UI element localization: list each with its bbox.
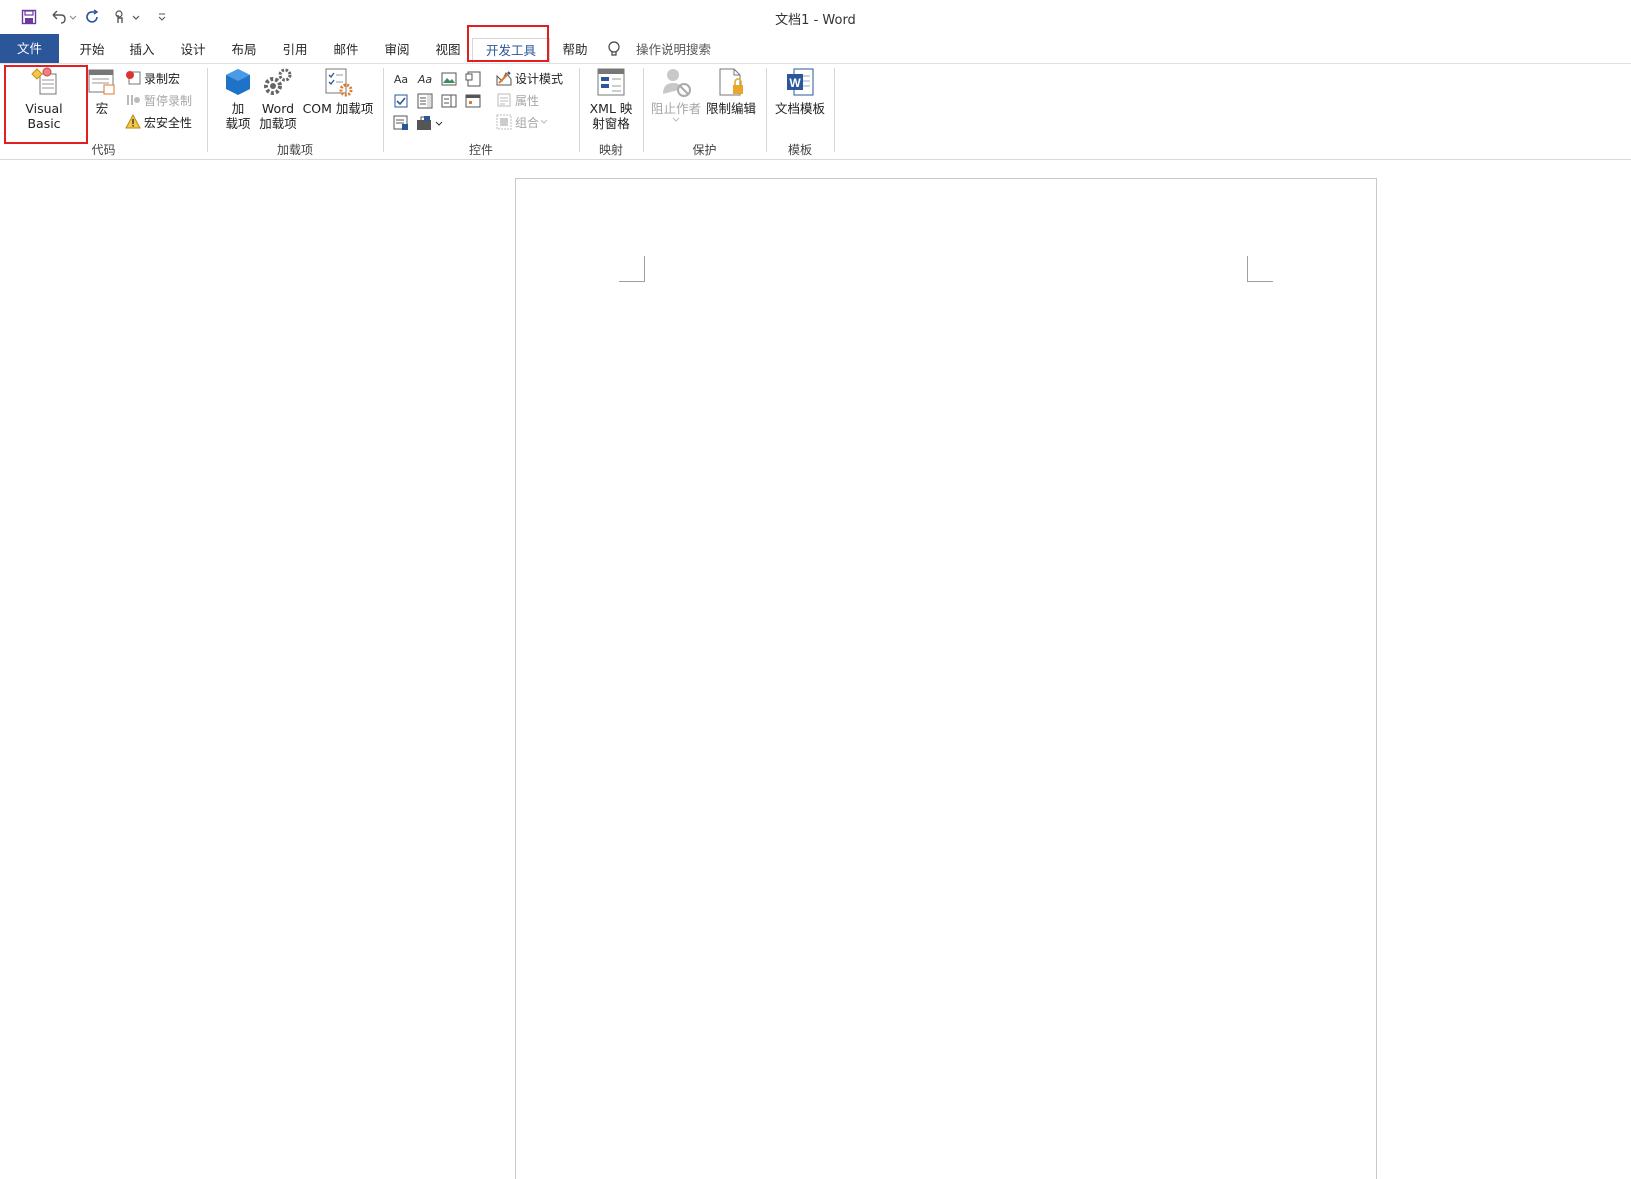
design-mode-label: 设计模式 xyxy=(515,71,564,86)
record-macro-label: 录制宏 xyxy=(144,71,181,86)
group-separator xyxy=(643,68,644,152)
ribbon-tab-bar: 文件 开始 插入 设计 布局 引用 邮件 审阅 视图 开发工具 帮助 操作说明搜… xyxy=(0,34,1631,64)
macros-button[interactable]: 宏 xyxy=(86,66,118,116)
group-label-mapping: 映射 xyxy=(598,143,623,157)
svg-text:W: W xyxy=(789,76,801,90)
tab-view[interactable]: 视图 xyxy=(422,38,474,62)
tab-home[interactable]: 开始 xyxy=(66,38,118,62)
com-addins-label: COM 加载项 xyxy=(302,101,374,116)
plain-text-control-icon[interactable]: Aa xyxy=(416,70,434,88)
group-label-templates: 模板 xyxy=(787,143,812,157)
visual-basic-button[interactable]: Visual Basic xyxy=(8,66,80,131)
word-addins-label-line2: 加载项 xyxy=(259,116,297,131)
tab-review[interactable]: 审阅 xyxy=(371,38,423,62)
addins-label-line2: 载项 xyxy=(225,116,251,131)
design-mode-button[interactable]: 设计模式 xyxy=(496,68,563,88)
properties-button[interactable]: 属性 xyxy=(496,90,539,110)
record-macro-button[interactable]: 录制宏 xyxy=(125,68,180,88)
document-template-label: 文档模板 xyxy=(774,101,825,116)
title-bar: 文档1 - Word xyxy=(0,0,1631,33)
xml-mapping-icon xyxy=(597,68,625,96)
picture-control-icon[interactable] xyxy=(440,70,458,88)
tab-design[interactable]: 设计 xyxy=(167,38,219,62)
repeating-section-control-icon[interactable] xyxy=(392,114,410,132)
restrict-editing-icon xyxy=(719,68,743,96)
tab-layout[interactable]: 布局 xyxy=(218,38,270,62)
macro-security-button[interactable]: 宏安全性 xyxy=(125,112,192,132)
margin-corner-top-left xyxy=(619,256,645,282)
combo-box-control-icon[interactable] xyxy=(416,92,434,110)
group-separator xyxy=(207,68,208,152)
design-mode-icon xyxy=(496,71,512,86)
properties-label: 属性 xyxy=(515,93,540,108)
dropdown-list-control-icon[interactable] xyxy=(440,92,458,110)
restrict-editing-button[interactable]: 限制编辑 xyxy=(703,66,759,116)
visual-basic-label: Visual Basic xyxy=(25,101,63,131)
addins-label-line1: 加 xyxy=(231,101,245,116)
group-label-controls: 控件 xyxy=(468,143,493,157)
chevron-down-icon xyxy=(540,119,548,124)
group-separator xyxy=(579,68,580,152)
window-title: 文档1 - Word xyxy=(775,13,856,28)
visual-basic-icon xyxy=(31,67,57,95)
pause-recording-button[interactable]: 暂停录制 xyxy=(125,90,192,110)
block-authors-icon xyxy=(663,69,691,97)
rich-text-control-icon[interactable]: Aa xyxy=(392,70,410,88)
block-authors-label: 阻止作者 xyxy=(650,101,701,116)
warning-icon xyxy=(125,114,141,129)
group-label-addins: 加载项 xyxy=(276,143,313,157)
word-addins-button[interactable]: Word 加载项 xyxy=(258,66,298,131)
macros-icon xyxy=(88,69,115,95)
word-template-icon: W xyxy=(787,68,814,96)
word-addins-label-line1: Word xyxy=(261,101,295,116)
tab-developer[interactable]: 开发工具 xyxy=(472,38,550,63)
group-separator xyxy=(383,68,384,152)
pause-icon xyxy=(127,95,140,105)
tab-file[interactable]: 文件 xyxy=(0,34,59,63)
date-picker-control-icon[interactable] xyxy=(464,92,482,110)
macro-security-label: 宏安全性 xyxy=(144,115,193,130)
pause-recording-label: 暂停录制 xyxy=(144,93,193,108)
properties-icon xyxy=(497,93,511,107)
com-addins-button[interactable]: COM 加载项 xyxy=(302,66,374,116)
tab-help[interactable]: 帮助 xyxy=(549,38,601,62)
group-icon xyxy=(496,114,512,130)
gears-icon xyxy=(264,68,292,95)
group-label-code: 代码 xyxy=(91,143,116,157)
macros-label: 宏 xyxy=(95,101,109,116)
group-label: 组合 xyxy=(515,115,540,130)
building-block-control-icon[interactable] xyxy=(464,70,482,88)
ribbon: Visual Basic 宏 录制宏 暂停录制 宏安全性 代码 加 载项 Wor… xyxy=(0,64,1631,160)
com-addins-icon xyxy=(325,68,353,97)
document-template-button[interactable]: W 文档模板 xyxy=(772,66,828,116)
tell-me-search[interactable]: 操作说明搜索 xyxy=(630,38,717,62)
margin-corner-top-right xyxy=(1247,256,1273,282)
chevron-down-icon xyxy=(672,117,680,122)
xml-mapping-label-line2: 射窗格 xyxy=(592,116,630,131)
addins-icon xyxy=(226,69,250,95)
restrict-editing-label: 限制编辑 xyxy=(705,101,756,116)
block-authors-button[interactable]: 阻止作者 xyxy=(650,66,702,127)
xml-mapping-pane-button[interactable]: XML 映 射窗格 xyxy=(586,66,636,131)
document-canvas xyxy=(0,160,1631,1179)
group-separator xyxy=(766,68,767,152)
addins-button[interactable]: 加 载项 xyxy=(220,66,256,131)
tab-mailings[interactable]: 邮件 xyxy=(320,38,372,62)
group-separator xyxy=(834,68,835,152)
document-page[interactable] xyxy=(515,178,1377,1179)
group-button[interactable]: 组合 xyxy=(496,112,552,132)
tab-insert[interactable]: 插入 xyxy=(116,38,168,62)
group-label-protect: 保护 xyxy=(692,143,717,157)
xml-mapping-label-line1: XML 映 xyxy=(589,101,633,116)
tab-references[interactable]: 引用 xyxy=(269,38,321,62)
record-macro-icon xyxy=(126,71,141,85)
legacy-tools-icon[interactable] xyxy=(416,114,446,132)
lightbulb-icon xyxy=(606,40,622,58)
checkbox-control-icon[interactable] xyxy=(392,92,410,110)
